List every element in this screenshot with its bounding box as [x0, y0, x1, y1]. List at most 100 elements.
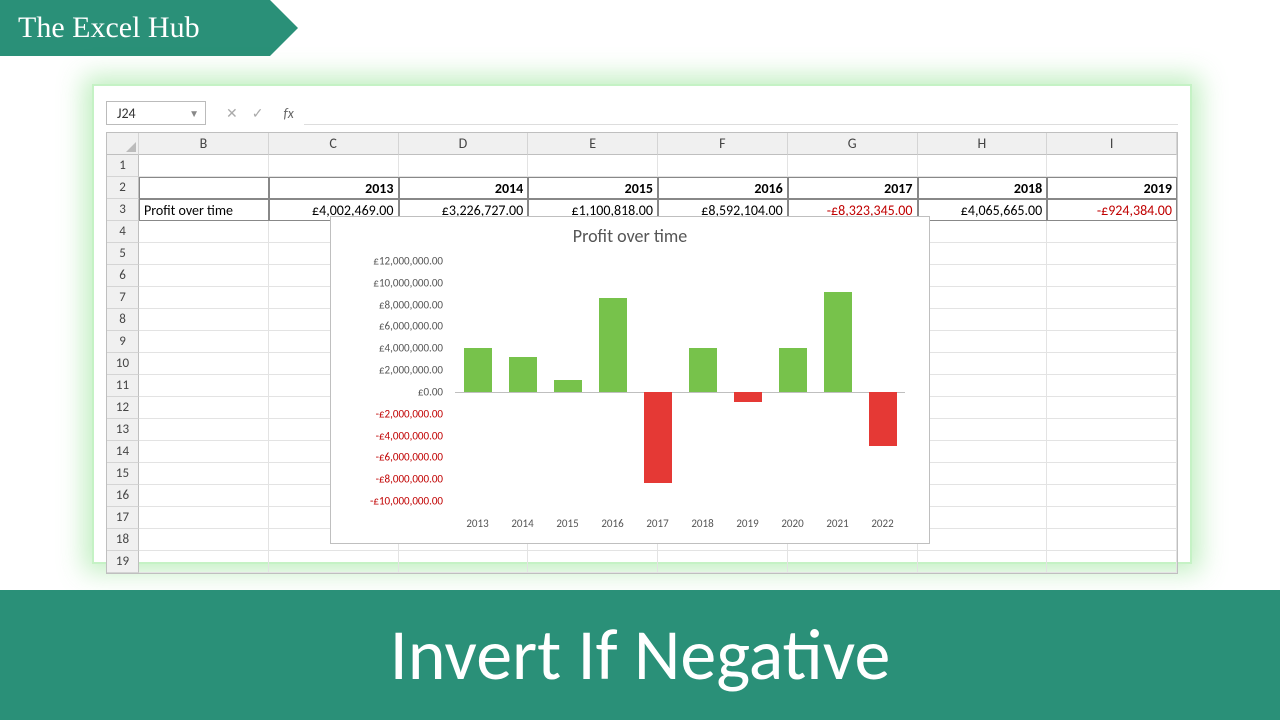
- cell[interactable]: 2017: [788, 177, 918, 199]
- enter-icon[interactable]: ✓: [252, 105, 264, 122]
- cell[interactable]: [1047, 529, 1177, 551]
- cell[interactable]: [918, 551, 1048, 573]
- row-header[interactable]: 15: [107, 463, 139, 485]
- column-header[interactable]: F: [658, 133, 788, 155]
- column-header[interactable]: I: [1047, 133, 1177, 155]
- cell[interactable]: [918, 265, 1048, 287]
- row-header[interactable]: 5: [107, 243, 139, 265]
- cell[interactable]: Profit over time: [139, 199, 269, 221]
- cell[interactable]: [918, 463, 1048, 485]
- cell[interactable]: 2018: [918, 177, 1048, 199]
- column-header[interactable]: G: [788, 133, 918, 155]
- cell[interactable]: [1047, 353, 1177, 375]
- cell[interactable]: [918, 419, 1048, 441]
- cell[interactable]: [918, 375, 1048, 397]
- cell[interactable]: [139, 507, 269, 529]
- chart-object[interactable]: Profit over time £12,000,000.00£10,000,0…: [330, 216, 930, 544]
- cell[interactable]: [1047, 221, 1177, 243]
- cell[interactable]: 2015: [528, 177, 658, 199]
- cell[interactable]: [918, 507, 1048, 529]
- row-header[interactable]: 13: [107, 419, 139, 441]
- cell[interactable]: [918, 485, 1048, 507]
- cell[interactable]: [918, 221, 1048, 243]
- row-header[interactable]: 14: [107, 441, 139, 463]
- cell[interactable]: [139, 375, 269, 397]
- row-header[interactable]: 11: [107, 375, 139, 397]
- row-header[interactable]: 1: [107, 155, 139, 177]
- cell[interactable]: [1047, 551, 1177, 573]
- column-header[interactable]: E: [528, 133, 658, 155]
- cell[interactable]: [139, 243, 269, 265]
- cell[interactable]: [139, 287, 269, 309]
- cell[interactable]: [918, 529, 1048, 551]
- cell[interactable]: [139, 353, 269, 375]
- cell[interactable]: [658, 551, 788, 573]
- cell[interactable]: 2016: [658, 177, 788, 199]
- cell[interactable]: 2013: [269, 177, 399, 199]
- cell[interactable]: [139, 463, 269, 485]
- cell[interactable]: [139, 331, 269, 353]
- cell[interactable]: [918, 243, 1048, 265]
- cell[interactable]: 2019: [1047, 177, 1177, 199]
- cell[interactable]: [918, 397, 1048, 419]
- row-header[interactable]: 2: [107, 177, 139, 199]
- cell[interactable]: [1047, 441, 1177, 463]
- column-header[interactable]: B: [139, 133, 269, 155]
- cell[interactable]: [399, 551, 529, 573]
- cell[interactable]: [139, 397, 269, 419]
- cell[interactable]: [399, 155, 529, 177]
- row-header[interactable]: 19: [107, 551, 139, 573]
- cell[interactable]: [918, 353, 1048, 375]
- cell[interactable]: [1047, 463, 1177, 485]
- cell[interactable]: [788, 551, 918, 573]
- row-header[interactable]: 18: [107, 529, 139, 551]
- row-header[interactable]: 6: [107, 265, 139, 287]
- cell[interactable]: [1047, 155, 1177, 177]
- cell[interactable]: [1047, 331, 1177, 353]
- cell[interactable]: [139, 177, 269, 199]
- cancel-icon[interactable]: ✕: [226, 105, 238, 122]
- row-header[interactable]: 4: [107, 221, 139, 243]
- row-header[interactable]: 7: [107, 287, 139, 309]
- cell[interactable]: [139, 309, 269, 331]
- row-header[interactable]: 3: [107, 199, 139, 221]
- fx-icon[interactable]: fx: [283, 105, 293, 122]
- chevron-down-icon[interactable]: ▼: [189, 107, 205, 120]
- cell[interactable]: [139, 419, 269, 441]
- cell[interactable]: [1047, 397, 1177, 419]
- cell[interactable]: [1047, 507, 1177, 529]
- cell[interactable]: [1047, 265, 1177, 287]
- row-header[interactable]: 16: [107, 485, 139, 507]
- cell[interactable]: [139, 529, 269, 551]
- cell[interactable]: [139, 265, 269, 287]
- row-header[interactable]: 12: [107, 397, 139, 419]
- cell[interactable]: -£924,384.00: [1047, 199, 1177, 221]
- cell[interactable]: [1047, 309, 1177, 331]
- cell[interactable]: [918, 441, 1048, 463]
- cell[interactable]: [139, 441, 269, 463]
- cell[interactable]: [1047, 375, 1177, 397]
- cell[interactable]: [139, 155, 269, 177]
- cell[interactable]: £4,065,665.00: [918, 199, 1048, 221]
- cell[interactable]: [1047, 243, 1177, 265]
- cell[interactable]: [1047, 287, 1177, 309]
- cell[interactable]: [528, 155, 658, 177]
- cell[interactable]: [139, 551, 269, 573]
- cell[interactable]: [1047, 419, 1177, 441]
- cell[interactable]: [918, 287, 1048, 309]
- cell[interactable]: [918, 331, 1048, 353]
- select-all-corner[interactable]: [107, 133, 139, 155]
- formula-bar[interactable]: [304, 101, 1178, 125]
- cell[interactable]: [788, 155, 918, 177]
- cell[interactable]: 2014: [399, 177, 529, 199]
- row-header[interactable]: 8: [107, 309, 139, 331]
- cell[interactable]: [269, 551, 399, 573]
- column-header[interactable]: D: [399, 133, 529, 155]
- column-header[interactable]: H: [918, 133, 1048, 155]
- row-header[interactable]: 9: [107, 331, 139, 353]
- cell[interactable]: [528, 551, 658, 573]
- cell[interactable]: [918, 155, 1048, 177]
- cell[interactable]: [918, 309, 1048, 331]
- cell[interactable]: [139, 221, 269, 243]
- name-box[interactable]: J24 ▼: [106, 101, 206, 125]
